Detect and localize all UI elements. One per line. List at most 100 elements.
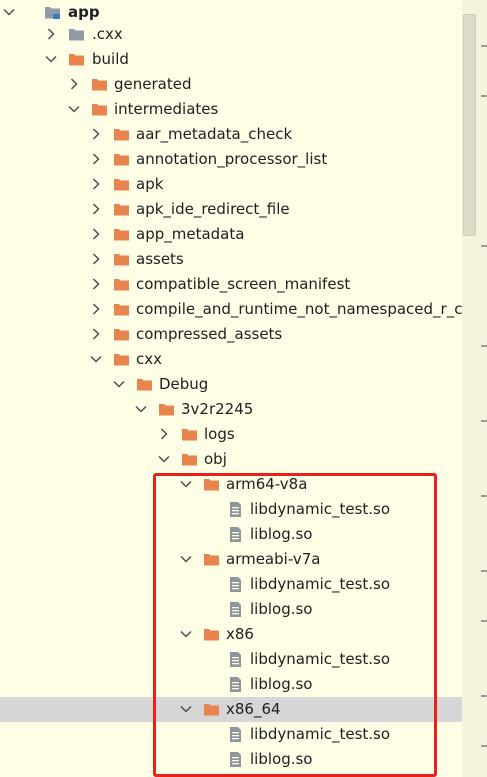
tree-row-file[interactable]: libdynamic_test.so	[0, 497, 462, 522]
tree-row-label: apk_ide_redirect_file	[136, 200, 290, 218]
tree-row-generated[interactable]: generated	[0, 72, 462, 97]
chevron-right-icon[interactable]	[89, 202, 103, 216]
module-folder-icon	[44, 4, 61, 21]
folder-icon	[113, 176, 130, 193]
tree-row-label: .cxx	[92, 25, 123, 43]
tree-row-intermediates[interactable]: intermediates	[0, 97, 462, 122]
folder-icon	[113, 201, 130, 218]
folder-icon	[91, 76, 108, 93]
tree-row-compatible-screen-manifest[interactable]: compatible_screen_manifest	[0, 272, 462, 297]
chevron-down-icon[interactable]	[44, 52, 58, 66]
tree-row-file[interactable]: liblog.so	[0, 747, 462, 772]
tree-row-label: liblog.so	[250, 600, 313, 618]
chevron-right-icon[interactable]	[157, 427, 171, 441]
tree-row-label: compatible_screen_manifest	[136, 275, 351, 293]
tree-row-logs[interactable]: logs	[0, 422, 462, 447]
chevron-right-icon[interactable]	[89, 227, 103, 241]
file-icon	[227, 501, 244, 518]
folder-icon	[113, 326, 130, 343]
chevron-right-icon[interactable]	[89, 177, 103, 191]
chevron-right-icon[interactable]	[89, 277, 103, 291]
tree-row-label: libdynamic_test.so	[250, 725, 391, 743]
tree-row-file[interactable]: liblog.so	[0, 522, 462, 547]
tree-row-file[interactable]: libdynamic_test.so	[0, 722, 462, 747]
tree-row-label: app	[68, 3, 100, 21]
tree-row-arm64-v8a[interactable]: arm64-v8a	[0, 472, 462, 497]
tree-row-file[interactable]: libdynamic_test.so	[0, 572, 462, 597]
project-tree: app .cxx build generated intermediates a…	[0, 0, 462, 777]
chevron-down-icon[interactable]	[179, 627, 193, 641]
chevron-down-icon[interactable]	[112, 377, 126, 391]
folder-icon	[181, 451, 198, 468]
tree-row-3v2r2245[interactable]: 3v2r2245	[0, 397, 462, 422]
folder-icon	[158, 401, 175, 418]
tree-row-apk-ide-redirect-file[interactable]: apk_ide_redirect_file	[0, 197, 462, 222]
tree-row-label: compressed_assets	[136, 325, 283, 343]
tree-row-label: intermediates	[114, 100, 219, 118]
tree-row-assets[interactable]: assets	[0, 247, 462, 272]
chevron-down-icon[interactable]	[67, 102, 81, 116]
chevron-down-icon[interactable]	[2, 5, 16, 19]
folder-icon	[181, 426, 198, 443]
tree-row-app-metadata[interactable]: app_metadata	[0, 222, 462, 247]
folder-icon	[136, 376, 153, 393]
tree-row-cxx[interactable]: cxx	[0, 347, 462, 372]
gutter-mark	[481, 45, 487, 47]
tree-row-label: app_metadata	[136, 225, 245, 243]
tree-row-label: liblog.so	[250, 750, 313, 768]
tree-row-file[interactable]: libdynamic_test.so	[0, 647, 462, 672]
tree-row-x86-64[interactable]: x86_64	[0, 697, 462, 722]
tree-row-label: x86	[226, 625, 254, 643]
tree-row-armeabi-v7a[interactable]: armeabi-v7a	[0, 547, 462, 572]
file-icon	[227, 651, 244, 668]
tree-row-label: libdynamic_test.so	[250, 575, 391, 593]
gutter-mark	[481, 420, 487, 422]
chevron-down-icon[interactable]	[89, 352, 103, 366]
tree-row-build[interactable]: build	[0, 47, 462, 72]
tree-row-annotation-processor-list[interactable]: annotation_processor_list	[0, 147, 462, 172]
tree-row-compile-and-runtime[interactable]: compile_and_runtime_not_namespaced_r_cla…	[0, 297, 462, 322]
tree-row-file[interactable]: liblog.so	[0, 672, 462, 697]
tree-row-label: apk	[136, 175, 164, 193]
tree-row-label: generated	[114, 75, 192, 93]
gutter-mark	[481, 345, 487, 347]
chevron-down-icon[interactable]	[134, 402, 148, 416]
folder-icon	[203, 476, 220, 493]
vertical-scrollbar-thumb[interactable]	[463, 14, 476, 236]
file-icon	[227, 601, 244, 618]
tree-row-label: cxx	[136, 350, 163, 368]
gutter-mark	[481, 95, 487, 97]
chevron-right-icon[interactable]	[89, 327, 103, 341]
tree-row-label: armeabi-v7a	[226, 550, 321, 568]
chevron-down-icon[interactable]	[157, 452, 171, 466]
folder-icon	[113, 151, 130, 168]
chevron-right-icon[interactable]	[67, 77, 81, 91]
tree-row-aar-metadata-check[interactable]: aar_metadata_check	[0, 122, 462, 147]
tree-row-compressed-assets[interactable]: compressed_assets	[0, 322, 462, 347]
tree-row-obj[interactable]: obj	[0, 447, 462, 472]
file-icon	[227, 676, 244, 693]
chevron-right-icon[interactable]	[89, 252, 103, 266]
tree-row-debug[interactable]: Debug	[0, 372, 462, 397]
tree-row-cxx-hidden[interactable]: .cxx	[0, 22, 462, 47]
file-icon	[227, 526, 244, 543]
file-icon	[227, 576, 244, 593]
tree-row-label: build	[92, 50, 129, 68]
chevron-down-icon[interactable]	[179, 552, 193, 566]
tree-row-label: libdynamic_test.so	[250, 500, 391, 518]
tree-row-label: logs	[204, 425, 235, 443]
tree-row-apk[interactable]: apk	[0, 172, 462, 197]
chevron-down-icon[interactable]	[179, 702, 193, 716]
tree-row-x86[interactable]: x86	[0, 622, 462, 647]
gutter-mark	[481, 570, 487, 572]
folder-icon	[113, 226, 130, 243]
tree-row-label: annotation_processor_list	[136, 150, 328, 168]
chevron-right-icon[interactable]	[89, 127, 103, 141]
chevron-right-icon[interactable]	[89, 302, 103, 316]
chevron-right-icon[interactable]	[44, 27, 58, 41]
folder-icon	[91, 101, 108, 118]
tree-row-label: obj	[204, 450, 227, 468]
chevron-right-icon[interactable]	[89, 152, 103, 166]
chevron-down-icon[interactable]	[179, 477, 193, 491]
tree-row-file[interactable]: liblog.so	[0, 597, 462, 622]
